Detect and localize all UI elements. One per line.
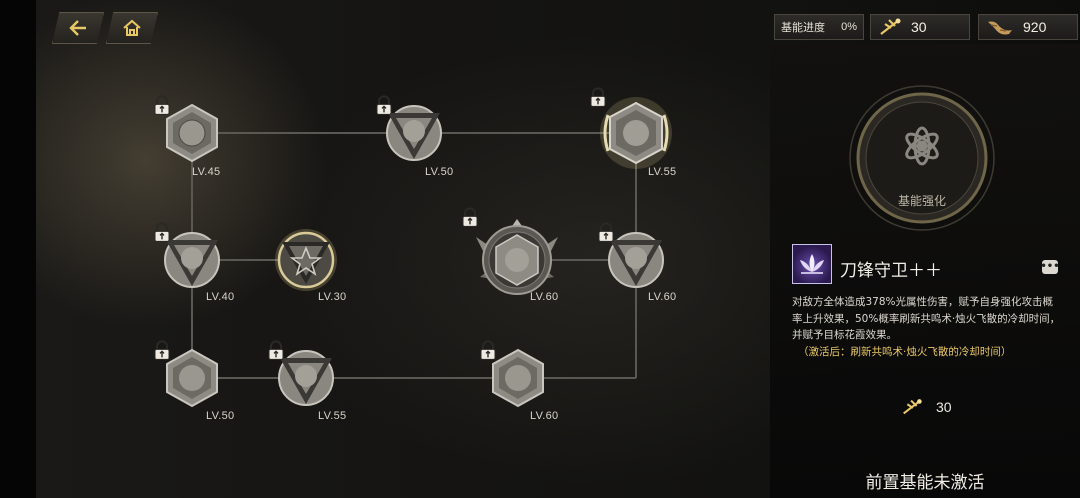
progress-box: 基能进度 0% bbox=[774, 14, 864, 40]
skill-node-lv50-top[interactable] bbox=[376, 95, 444, 163]
skill-node-lv60-bottom[interactable] bbox=[480, 340, 548, 408]
lock-icon bbox=[268, 340, 284, 360]
activation-effect: （激活后：刷新共鸣术·烛火飞散的冷却时间） bbox=[798, 346, 1012, 358]
more-options-button[interactable]: ••• bbox=[1040, 260, 1060, 274]
skill-description: 对敌方全体造成378%光属性伤害，赋予自身强化攻击概率上升效果，50%概率刷新共… bbox=[792, 296, 1061, 341]
lock-icon bbox=[462, 207, 478, 227]
skill-node-lv60-right[interactable] bbox=[598, 222, 666, 290]
atom-emblem-icon bbox=[849, 85, 995, 231]
secondary-currency-value: 920 bbox=[1023, 19, 1047, 35]
skill-node-lv45[interactable] bbox=[154, 95, 222, 163]
skill-node-lv40[interactable] bbox=[154, 222, 222, 290]
lock-icon bbox=[154, 95, 170, 115]
skill-node-lv50-bottom[interactable] bbox=[154, 340, 222, 408]
skill-node-lv30-unlocked[interactable] bbox=[274, 228, 338, 292]
skill-name: 刀锋守卫＋＋ bbox=[840, 261, 942, 281]
ornate-core-node-icon bbox=[476, 219, 558, 295]
node-level-label: LV.60 bbox=[530, 410, 559, 422]
skill-icon bbox=[792, 244, 832, 284]
activation-status: 前置基能未激活 bbox=[865, 473, 985, 493]
lock-icon bbox=[598, 222, 614, 242]
lock-icon bbox=[590, 87, 606, 107]
node-level-label: LV.60 bbox=[530, 291, 559, 303]
progress-label: 基能进度 bbox=[781, 22, 825, 34]
lock-icon bbox=[154, 222, 170, 242]
primary-currency-value: 30 bbox=[911, 19, 927, 35]
cost-value: 30 bbox=[936, 399, 952, 415]
secondary-currency-box[interactable]: 920 bbox=[978, 14, 1078, 40]
lock-icon bbox=[376, 95, 392, 115]
node-level-label: LV.50 bbox=[425, 166, 454, 178]
node-level-label: LV.50 bbox=[206, 410, 235, 422]
feather-quill-icon bbox=[903, 399, 922, 415]
bird-feather-icon bbox=[988, 21, 1012, 35]
node-level-label: LV.30 bbox=[318, 291, 347, 303]
node-level-label: LV.45 bbox=[192, 166, 221, 178]
lock-icon bbox=[154, 340, 170, 360]
emblem-label: 基能强化 bbox=[897, 194, 946, 208]
node-level-label: LV.55 bbox=[318, 410, 347, 422]
progress-value: 0% bbox=[841, 21, 857, 33]
skill-node-lv55-selected[interactable] bbox=[590, 87, 674, 171]
node-level-label: LV.55 bbox=[648, 166, 677, 178]
lotus-icon bbox=[800, 254, 824, 274]
skill-node-lv55-bottom[interactable] bbox=[268, 340, 336, 408]
activation-cost: 30 bbox=[900, 396, 952, 418]
primary-currency-box[interactable]: 30 bbox=[870, 14, 970, 40]
node-level-label: LV.40 bbox=[206, 291, 235, 303]
node-level-label: LV.60 bbox=[648, 291, 677, 303]
skill-node-lv60-core[interactable] bbox=[462, 207, 564, 303]
unlocked-triangle-node-icon bbox=[275, 229, 337, 291]
skill-emblem: 基能强化 bbox=[848, 84, 996, 232]
selected-hexagon-node-icon bbox=[600, 97, 672, 169]
lock-icon bbox=[480, 340, 496, 360]
feather-quill-icon bbox=[880, 18, 901, 35]
